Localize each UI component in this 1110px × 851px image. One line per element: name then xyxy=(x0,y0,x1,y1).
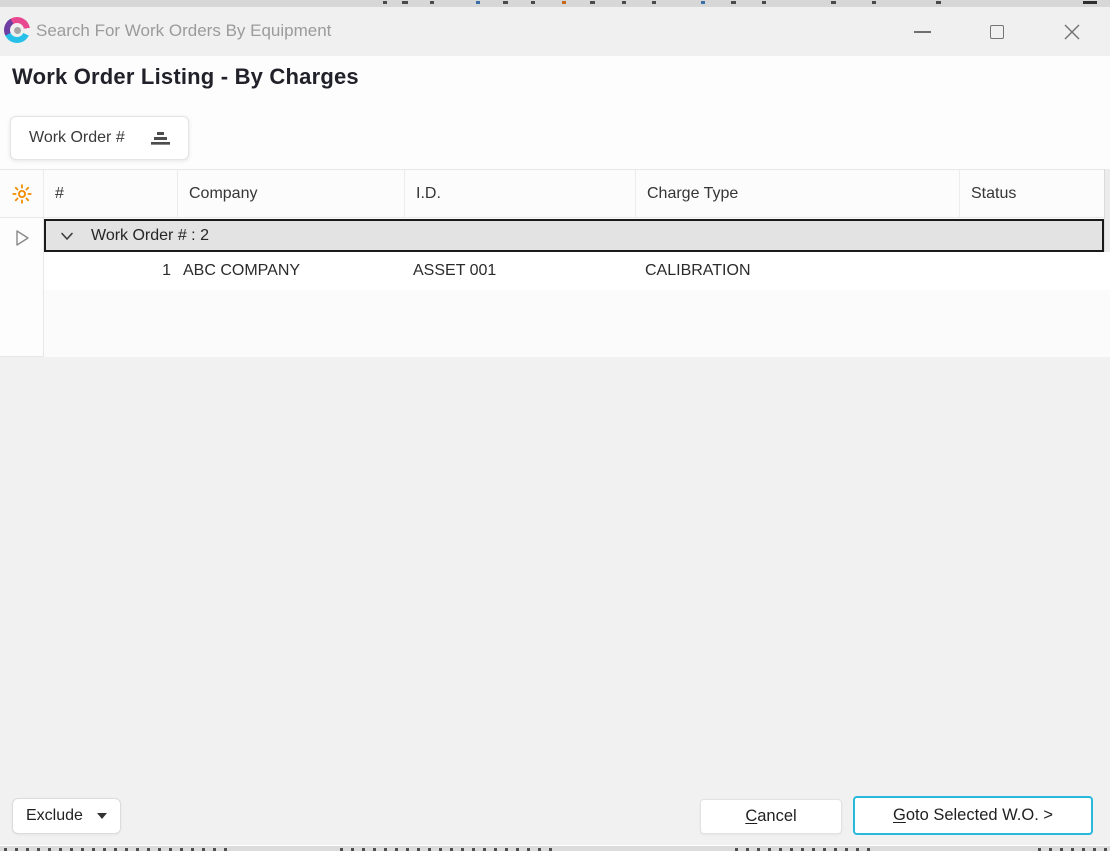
background-window-sliver-top xyxy=(0,0,1110,7)
sliver-mark xyxy=(622,1,626,4)
cell-id: ASSET 001 xyxy=(405,262,636,280)
sliver-mark xyxy=(503,1,508,4)
close-icon xyxy=(1063,23,1081,41)
maximize-icon xyxy=(990,25,1004,39)
lower-background xyxy=(0,357,1110,845)
window-title: Search For Work Orders By Equipment xyxy=(36,7,331,56)
background-window-sliver-bottom xyxy=(0,845,1110,851)
sliver-mark xyxy=(590,1,595,4)
goto-mnemonic: G xyxy=(893,806,906,824)
sliver-mark xyxy=(652,1,656,4)
cell-number: 1 xyxy=(44,262,178,280)
sliver-mark xyxy=(731,1,736,4)
cancel-label: ancel xyxy=(757,807,796,825)
page-title: Work Order Listing - By Charges xyxy=(12,64,359,90)
column-header-id[interactable]: I.D. xyxy=(405,170,636,217)
minimize-button[interactable] xyxy=(899,11,945,53)
sliver-mark xyxy=(562,1,566,4)
grid-corner-cell xyxy=(0,170,44,217)
group-row-label: Work Order # : 2 xyxy=(91,227,209,245)
app-logo-icon xyxy=(4,17,30,43)
sliver-mark xyxy=(383,1,387,4)
sliver-mark xyxy=(430,1,434,4)
exclude-label: Exclude xyxy=(26,807,83,825)
group-by-chip-label: Work Order # xyxy=(29,129,125,147)
sliver-mark xyxy=(1083,1,1097,4)
column-header-company[interactable]: Company xyxy=(178,170,405,217)
cell-charge-type: CALIBRATION xyxy=(636,262,960,280)
exclude-dropdown-button[interactable]: Exclude xyxy=(12,798,121,834)
sun-icon xyxy=(11,183,33,205)
cancel-mnemonic: C xyxy=(745,807,757,825)
maximize-button[interactable] xyxy=(974,11,1020,53)
titlebar: Search For Work Orders By Equipment xyxy=(0,7,1110,56)
sliver-mark xyxy=(762,1,766,4)
dialog-window: Search For Work Orders By Equipment Work… xyxy=(0,0,1110,851)
sliver-mark xyxy=(831,1,836,4)
sliver-mark xyxy=(402,1,408,4)
sliver-mark xyxy=(476,1,480,4)
chevron-down-icon[interactable] xyxy=(58,227,76,245)
sliver-mark xyxy=(936,1,941,4)
grid-empty-area xyxy=(44,290,1110,357)
group-by-chip-work-order[interactable]: Work Order # xyxy=(10,116,189,160)
sort-ascending-icon xyxy=(151,132,170,145)
goto-label: oto Selected W.O. > xyxy=(906,806,1053,824)
row-indicator-gutter xyxy=(0,218,44,357)
group-row-work-order-2[interactable]: Work Order # : 2 xyxy=(44,219,1104,252)
minimize-icon xyxy=(914,31,931,33)
grid-header-row: # Company I.D. Charge Type Status xyxy=(0,169,1110,218)
sliver-mark xyxy=(531,1,535,4)
column-header-charge-type[interactable]: Charge Type xyxy=(636,170,960,217)
cell-company: ABC COMPANY xyxy=(178,262,405,280)
sliver-mark xyxy=(701,1,705,4)
column-header-status[interactable]: Status xyxy=(960,170,1110,217)
cancel-button[interactable]: Cancel xyxy=(700,799,842,834)
close-button[interactable] xyxy=(1049,11,1095,53)
caret-down-icon xyxy=(97,813,107,819)
column-header-number[interactable]: # xyxy=(44,170,178,217)
sliver-mark xyxy=(872,1,876,4)
goto-selected-wo-button[interactable]: Goto Selected W.O. > xyxy=(853,796,1093,835)
row-indicator-icon xyxy=(13,228,31,248)
table-row[interactable]: 1 ABC COMPANY ASSET 001 CALIBRATION xyxy=(44,252,1110,290)
